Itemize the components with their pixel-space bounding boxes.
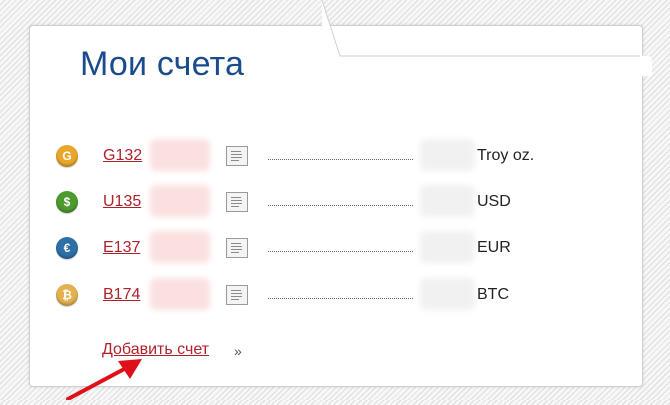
- statement-icon[interactable]: [226, 146, 248, 166]
- redacted-balance: [420, 231, 475, 263]
- page-title: Мои счета: [80, 45, 245, 83]
- dotted-leader: [268, 251, 413, 252]
- currency-label: BTC: [477, 286, 509, 303]
- statement-icon[interactable]: [226, 285, 248, 305]
- annotation-arrow-icon: [60, 355, 150, 405]
- account-row-btc: ₿ B174 BTC: [0, 278, 670, 314]
- dotted-leader: [268, 298, 413, 299]
- account-link-usd[interactable]: U135: [103, 193, 141, 211]
- gold-coin-icon: G: [56, 145, 78, 167]
- redacted-account-number: [150, 185, 210, 217]
- redacted-account-number: [150, 139, 210, 171]
- statement-icon[interactable]: [226, 238, 248, 258]
- currency-label: EUR: [477, 239, 511, 256]
- chevron-right-icon: »: [234, 343, 242, 359]
- dollar-coin-icon: $: [56, 191, 78, 213]
- panel-tab-notch: [321, 0, 652, 76]
- redacted-balance: [420, 278, 475, 310]
- currency-label: Troy oz.: [477, 147, 535, 164]
- account-row-gold: G G132 Troy oz.: [0, 139, 670, 175]
- dotted-leader: [268, 205, 413, 206]
- bitcoin-coin-icon: ₿: [56, 284, 78, 306]
- redacted-account-number: [150, 278, 210, 310]
- redacted-balance: [420, 185, 475, 217]
- account-link-eur[interactable]: E137: [103, 239, 140, 257]
- account-row-eur: € E137 EUR: [0, 231, 670, 267]
- redacted-account-number: [150, 231, 210, 263]
- euro-coin-icon: €: [56, 237, 78, 259]
- dotted-leader: [268, 159, 413, 160]
- account-link-gold[interactable]: G132: [103, 147, 142, 165]
- redacted-balance: [420, 139, 475, 171]
- currency-label: USD: [477, 193, 511, 210]
- account-row-usd: $ U135 USD: [0, 185, 670, 221]
- account-link-btc[interactable]: B174: [103, 286, 140, 304]
- statement-icon[interactable]: [226, 192, 248, 212]
